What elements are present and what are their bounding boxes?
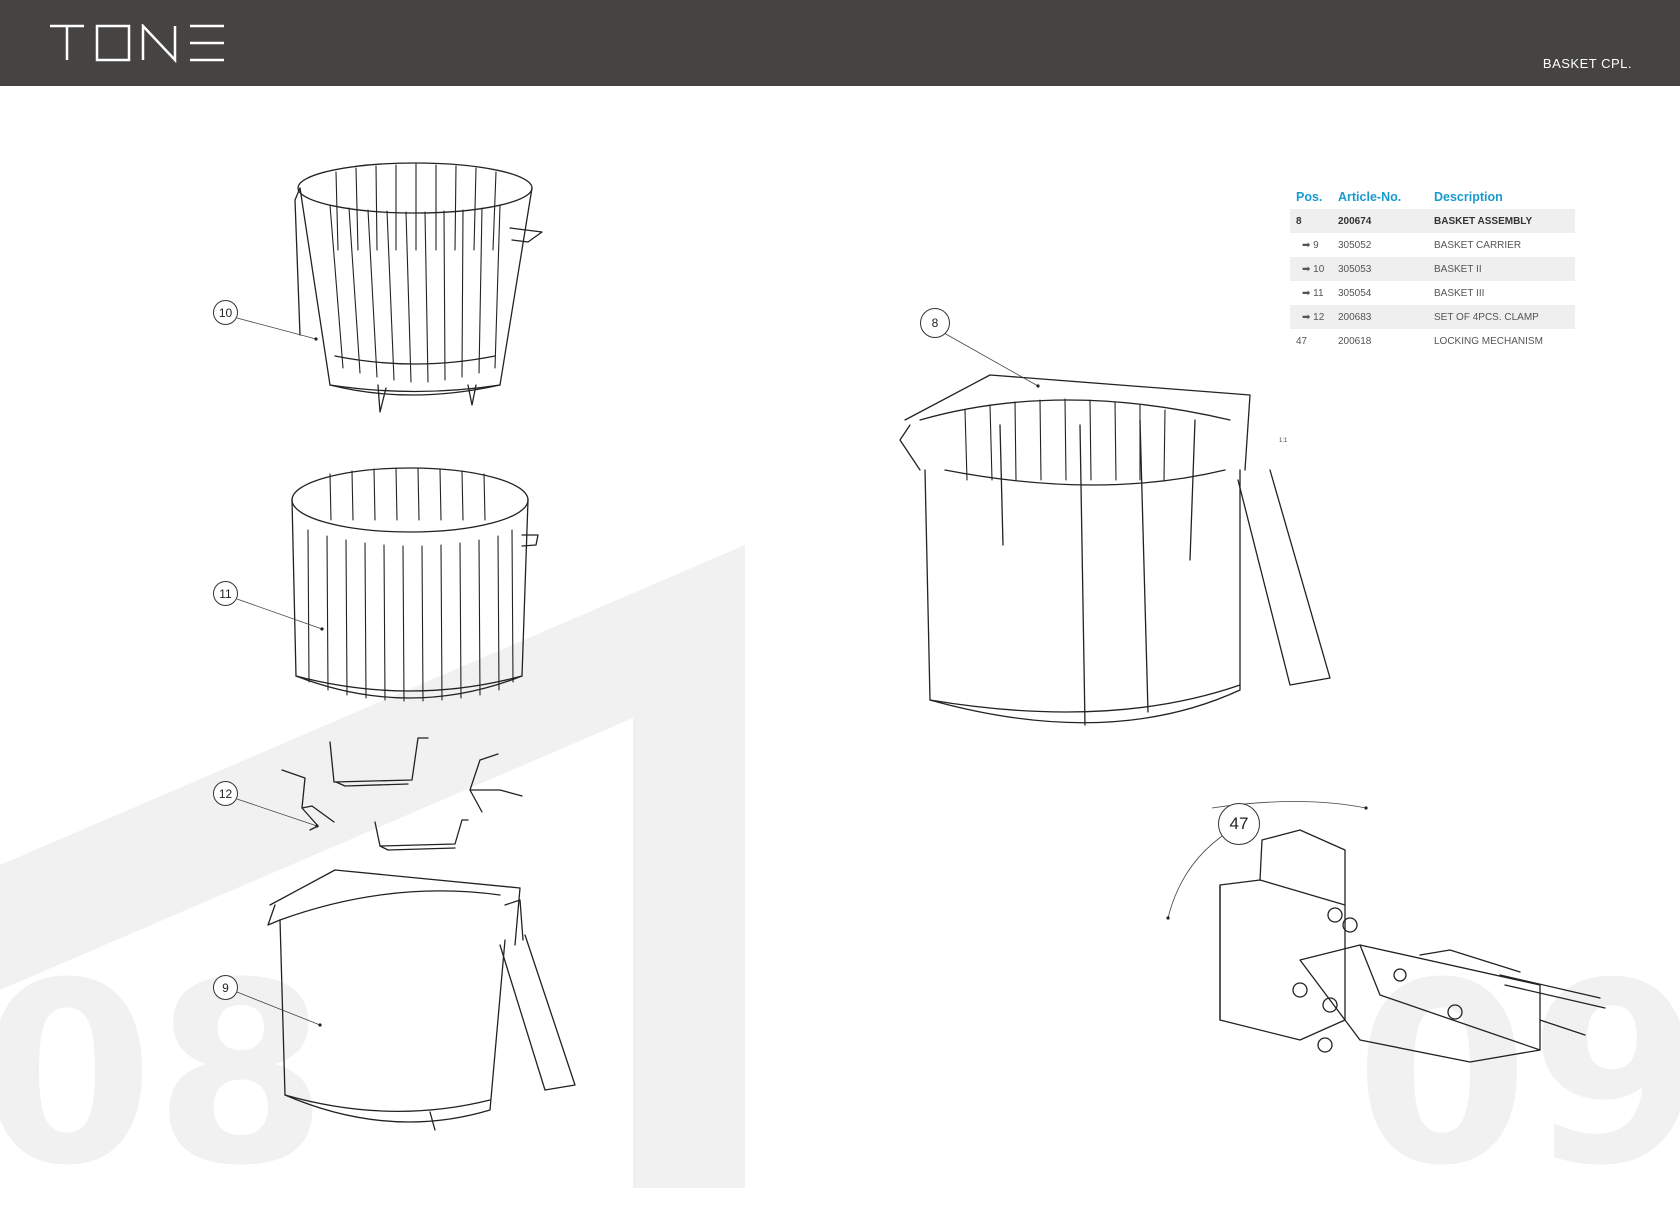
callout-47: 47 xyxy=(1218,803,1260,845)
row-pos: ➡ 9 xyxy=(1302,239,1319,251)
basket-assembly-illustration xyxy=(899,374,1331,726)
row-article: 305052 xyxy=(1338,239,1372,251)
row-article: 200618 xyxy=(1338,335,1372,347)
clamp-set-illustration xyxy=(281,737,523,851)
row-pos: ➡ 12 xyxy=(1290,305,1332,329)
row-pos: ➡ 11 xyxy=(1302,287,1324,299)
row-pos: 8 xyxy=(1290,209,1332,233)
callout-9: 9 xyxy=(213,975,238,1000)
table-row: ➡ 12 200683 SET OF 4PCS. CLAMP xyxy=(1290,305,1575,329)
exploded-view-drawing xyxy=(236,162,1606,1131)
row-description: BASKET CARRIER xyxy=(1434,239,1522,251)
row-description: BASKET III xyxy=(1434,287,1485,299)
callout-12: 12 xyxy=(213,781,238,806)
header-article: Article-No. xyxy=(1338,190,1402,204)
row-description: SET OF 4PCS. CLAMP xyxy=(1428,305,1575,329)
row-description: BASKET ASSEMBLY xyxy=(1428,209,1575,233)
callout-11: 11 xyxy=(213,581,238,606)
header-description: Description xyxy=(1434,190,1503,204)
row-pos: 47 xyxy=(1296,335,1308,347)
row-article: 200674 xyxy=(1332,209,1428,233)
scale-label: 1:1 xyxy=(1279,438,1288,444)
table-row: 8 200674 BASKET ASSEMBLY xyxy=(1290,209,1575,233)
callout-10: 10 xyxy=(213,300,238,325)
table-row: ➡ 10 305053 BASKET II xyxy=(1290,257,1575,281)
basket-ii-illustration xyxy=(294,162,543,413)
row-article: 200683 xyxy=(1332,305,1428,329)
row-description: LOCKING MECHANISM xyxy=(1434,335,1543,347)
row-pos: ➡ 10 xyxy=(1290,257,1332,281)
row-description: BASKET II xyxy=(1428,257,1575,281)
basket-carrier-illustration xyxy=(267,869,576,1131)
table-row: ➡ 9 305052 BASKET CARRIER xyxy=(1290,233,1575,257)
callout-8: 8 xyxy=(920,308,950,338)
parts-table-header: Pos. Article-No. Description xyxy=(1290,190,1575,209)
locking-mechanism-illustration xyxy=(1219,829,1606,1063)
header-pos: Pos. xyxy=(1296,190,1323,204)
table-row: ➡ 11 305054 BASKET III xyxy=(1290,281,1575,305)
row-article: 305054 xyxy=(1338,287,1372,299)
basket-iii-illustration xyxy=(291,467,539,702)
parts-table: Pos. Article-No. Description 8 200674 BA… xyxy=(1290,190,1575,353)
table-row: 47 200618 LOCKING MECHANISM xyxy=(1290,329,1575,353)
row-article: 305053 xyxy=(1332,257,1428,281)
